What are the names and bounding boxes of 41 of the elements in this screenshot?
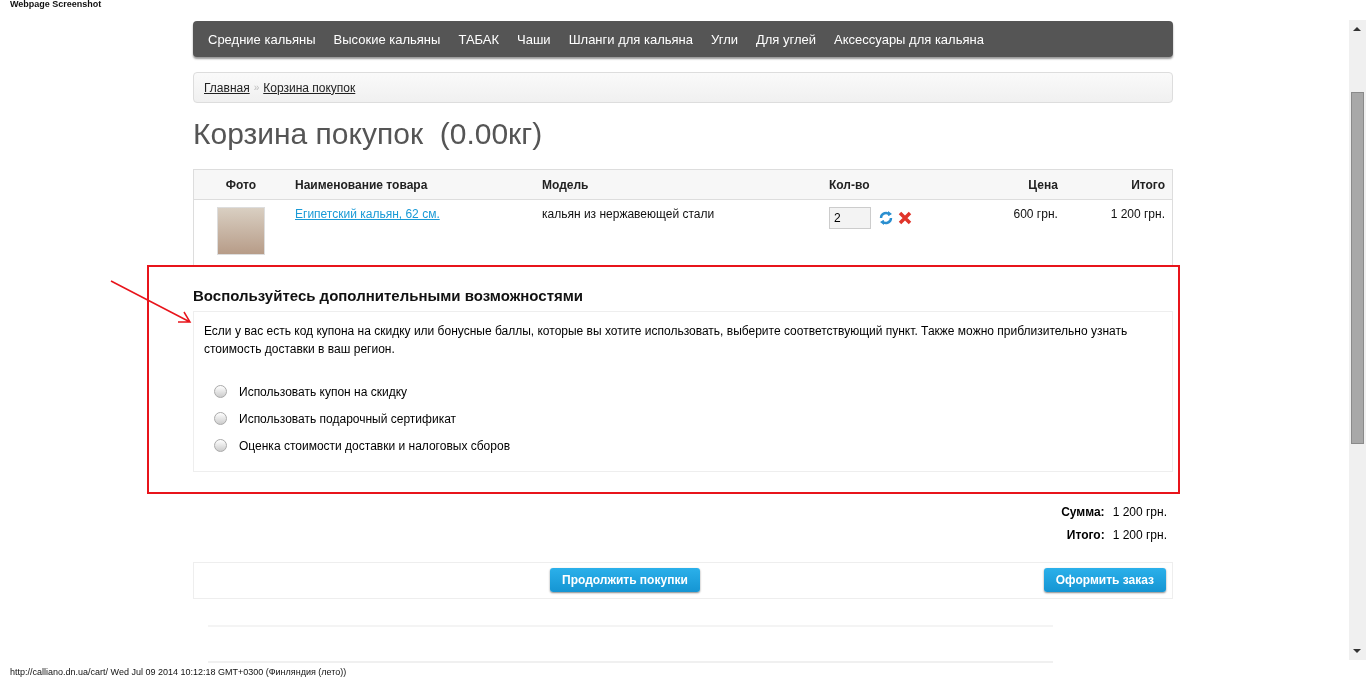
total-label: Сумма: [1061, 505, 1105, 520]
arrow-icon [110, 280, 194, 326]
nav-link[interactable]: Аксессуары для кальяна [825, 31, 993, 47]
radio-icon[interactable] [214, 439, 227, 453]
description-text: Если у вас есть код купона на скидку или бонусные баллы, которые вы хотите использовать, выберите соответствующий пункт. Также можно приблизительно узнать стоимость доставки в ваш регион. [204, 323, 1129, 359]
column-header: Цена [973, 169, 1065, 200]
separator-icon: » [253, 82, 260, 94]
radio-option[interactable]: Оценка стоимости доставки и налоговых сборов [204, 432, 1162, 460]
breadcrumb-link[interactable]: Корзина покупок [263, 80, 356, 95]
column-header: Наименование товара [288, 169, 535, 200]
breadcrumb-link[interactable]: Главная [204, 80, 250, 95]
page-title: Корзина покупок (0.00кг) [193, 117, 544, 152]
nav-link[interactable]: Для углей [747, 31, 826, 47]
total-value: 1 200 грн. [1112, 505, 1167, 520]
section-title: Воспользуйтесь дополнительными возможностями [193, 287, 585, 305]
nav-link[interactable]: Угли [702, 31, 747, 47]
nav-link[interactable]: Чаши [508, 31, 560, 47]
delete-icon[interactable] [898, 211, 912, 226]
price-text: 600 грн. [1013, 207, 1058, 222]
total-value: 1 200 грн. [1112, 528, 1167, 543]
column-header: Модель [535, 169, 822, 200]
capture-title: Webpage Screenshot [9, 0, 103, 11]
radio-option[interactable]: Использовать подарочный сертификат [204, 405, 1162, 433]
scrollbar[interactable] [1349, 20, 1366, 660]
nav-link[interactable]: ТАБАК [449, 31, 509, 47]
nav-link[interactable]: Средние кальяны [199, 31, 325, 47]
refresh-icon[interactable] [878, 210, 894, 227]
photo-placeholder [217, 207, 265, 256]
model-text: кальян из нержавеющей стали [542, 207, 715, 222]
column-header: Фото [193, 169, 288, 200]
quantity-field[interactable]: 2 [829, 207, 871, 230]
status-text: http://calliano.dn.ua/cart/ Wed Jul 09 2014 10:12:18 GMT+0300 (Финляндия (лето)) [9, 666, 348, 679]
radio-icon[interactable] [214, 385, 227, 399]
radio-option[interactable]: Использовать купон на скидку [204, 378, 1162, 406]
radio-icon[interactable] [214, 412, 227, 426]
total-label: Итого: [1065, 528, 1105, 543]
nav-link[interactable]: Высокие кальяны [324, 31, 450, 47]
column-header: Итого [1064, 169, 1173, 200]
nav-link[interactable]: Шланги для кальяна [559, 31, 702, 47]
total-text: 1 200 грн. [1110, 207, 1165, 222]
column-header: Кол-во [822, 169, 974, 200]
